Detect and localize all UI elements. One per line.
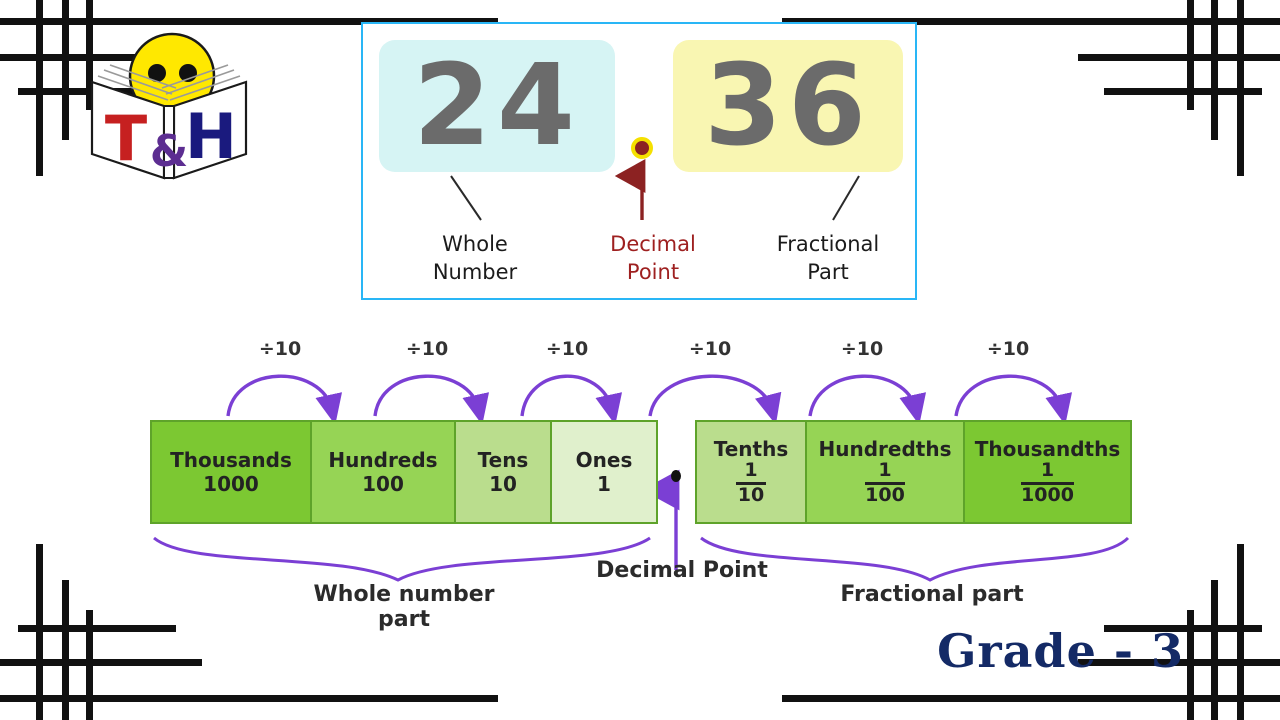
leader-line-fraction — [832, 175, 860, 221]
frame-line-v — [1187, 0, 1194, 110]
divide-label-2: ÷10 — [405, 338, 449, 360]
divide-label-3: ÷10 — [545, 338, 589, 360]
pv-cell-name: Tens — [477, 447, 529, 472]
frame-line-h — [782, 695, 1280, 702]
divide-arc-2 — [373, 374, 490, 425]
divide-label-6: ÷10 — [986, 338, 1030, 360]
divide-arc-4 — [648, 374, 782, 425]
pv-cell-thousandths[interactable]: Thousandths 1 1000 — [965, 422, 1130, 522]
brace-whole-number — [153, 536, 651, 582]
pv-cell-ones[interactable]: Ones 1 — [552, 422, 656, 522]
fraction-denominator: 100 — [865, 484, 905, 506]
leader-line-whole — [450, 175, 482, 221]
frame-line-v — [86, 610, 93, 720]
pv-cell-hundredths[interactable]: Hundredths 1 100 — [807, 422, 965, 522]
brace-label-fractional: Fractional part — [840, 582, 1024, 607]
grade-badge: Grade - 3 — [937, 624, 1184, 678]
pv-cell-value: 10 — [489, 471, 517, 496]
divide-arc-5 — [808, 374, 927, 425]
logo-letter-t: T — [105, 102, 147, 175]
pv-cell-name: Hundredths — [818, 437, 952, 462]
pv-cell-name: Hundreds — [328, 447, 438, 472]
logo-letter-amp: & — [150, 126, 188, 177]
pv-cell-name: Thousandths — [974, 437, 1121, 462]
place-value-table-whole: Thousands 1000 Hundreds 100 Tens 10 Ones… — [150, 420, 658, 524]
pv-cell-fraction: 1 1000 — [1021, 459, 1074, 506]
place-value-chart: ÷10 ÷10 ÷10 ÷10 ÷10 ÷10 Thousands 1000 H… — [150, 330, 1132, 632]
place-value-decimal-dot — [671, 470, 681, 482]
frame-line-v — [1211, 580, 1218, 720]
frame-line-v — [62, 580, 69, 720]
fraction-denominator: 10 — [737, 484, 765, 506]
fraction-numerator: 1 — [1040, 459, 1055, 482]
brace-label-whole-number: Whole number part — [313, 582, 495, 632]
frame-line-v — [1211, 0, 1218, 140]
pv-cell-thousands[interactable]: Thousands 1000 — [152, 422, 312, 522]
logo-letter-h: H — [185, 100, 237, 173]
divide-arc-6 — [954, 374, 1073, 425]
pv-cell-name: Thousands — [170, 447, 292, 472]
frame-line-v — [36, 544, 43, 720]
pv-cell-tenths[interactable]: Tenths 1 10 — [697, 422, 807, 522]
divide-label-1: ÷10 — [258, 338, 302, 360]
brace-label-decimal-point: Decimal Point — [596, 558, 768, 583]
pv-cell-name: Tenths — [713, 437, 789, 462]
divide-arc-1 — [226, 374, 343, 425]
frame-line-v — [1187, 610, 1194, 720]
divide-arc-3 — [520, 374, 623, 425]
pv-cell-hundreds[interactable]: Hundreds 100 — [312, 422, 456, 522]
pv-cell-name: Ones — [575, 447, 633, 472]
slide-canvas: T & H 24 36 Whole Number Decimal Point F… — [0, 0, 1280, 720]
pv-cell-value: 1000 — [203, 471, 259, 496]
label-fractional-part: Fractional Part — [776, 232, 880, 285]
book-smiley-icon: T & H — [90, 32, 248, 180]
frame-line-v — [36, 0, 43, 176]
frame-line-h — [0, 659, 202, 666]
place-value-table-fractional: Tenths 1 10 Hundredths 1 100 Thousandths — [695, 420, 1132, 524]
pv-cell-value: 1 — [597, 471, 611, 496]
decimal-anatomy-card: 24 36 Whole Number Decimal Point Fractio… — [361, 22, 917, 300]
frame-line-v — [1237, 0, 1244, 176]
divide-arc-group — [226, 374, 1073, 425]
frame-line-h — [0, 695, 498, 702]
pv-cell-tens[interactable]: Tens 10 — [456, 422, 552, 522]
pv-cell-fraction: 1 10 — [736, 459, 766, 506]
divide-label-5: ÷10 — [840, 338, 884, 360]
frame-line-h — [1078, 54, 1280, 61]
pv-cell-fraction: 1 100 — [865, 459, 905, 506]
frame-line-v — [62, 0, 69, 140]
fraction-numerator: 1 — [744, 459, 758, 482]
th-book-logo: T & H — [84, 28, 254, 188]
fraction-numerator: 1 — [878, 459, 892, 482]
label-decimal-point: Decimal Point — [610, 232, 696, 285]
fraction-denominator: 1000 — [1021, 484, 1074, 506]
pv-cell-value: 100 — [362, 471, 404, 496]
label-whole-number: Whole Number — [432, 232, 518, 285]
frame-line-v — [1237, 544, 1244, 720]
divide-label-4: ÷10 — [688, 338, 732, 360]
